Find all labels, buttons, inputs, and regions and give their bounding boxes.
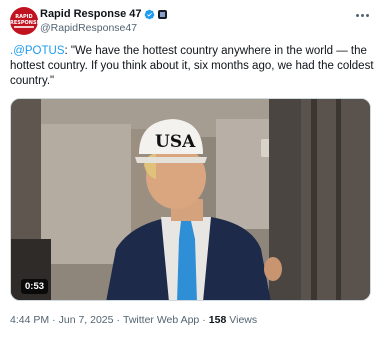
tweet-date[interactable]: Jun 7, 2025	[59, 314, 114, 326]
views-count[interactable]: 158	[209, 314, 227, 326]
more-options-icon[interactable]	[354, 10, 370, 20]
meta-separator: ·	[202, 314, 206, 326]
tweet-time[interactable]: 4:44 PM	[10, 314, 49, 326]
tweet-meta: 4:44 PM · Jun 7, 2025 · Twitter Web App …	[10, 314, 257, 326]
display-name-row: Rapid Response 47	[40, 6, 168, 22]
mention-link[interactable]: .@POTUS	[10, 45, 65, 57]
hat-text: USA	[155, 132, 196, 152]
video-frame: USA	[11, 99, 370, 300]
meta-separator: ·	[116, 314, 121, 326]
avatar[interactable]: RAPID RESPONSE	[10, 7, 38, 35]
video-player[interactable]: USA 0:53	[10, 98, 371, 301]
tweet: RAPID RESPONSE Rapid Response 47 @RapidR…	[0, 0, 384, 337]
affiliation-badge-icon	[158, 9, 168, 19]
views-label: Views	[229, 314, 258, 326]
tweet-text: .@POTUS: "We have the hottest country an…	[10, 44, 374, 89]
tweet-header: RAPID RESPONSE Rapid Response 47 @RapidR…	[10, 5, 374, 37]
display-name[interactable]: Rapid Response 47	[40, 8, 141, 20]
more-dot	[355, 13, 359, 17]
video-duration: 0:53	[21, 279, 49, 294]
meta-separator: ·	[52, 314, 56, 326]
more-dot	[365, 13, 369, 17]
more-dot	[360, 13, 364, 17]
avatar-logo-bar	[14, 26, 34, 28]
account-names: Rapid Response 47 @RapidResponse47	[40, 6, 168, 34]
avatar-logo-text: RAPID RESPONSE	[10, 14, 38, 26]
tweet-quote: : "We have the hottest country anywhere …	[10, 45, 374, 87]
account-handle[interactable]: @RapidResponse47	[40, 22, 167, 34]
verified-badge-icon	[145, 9, 155, 19]
tweet-source: Twitter Web App	[123, 314, 200, 326]
